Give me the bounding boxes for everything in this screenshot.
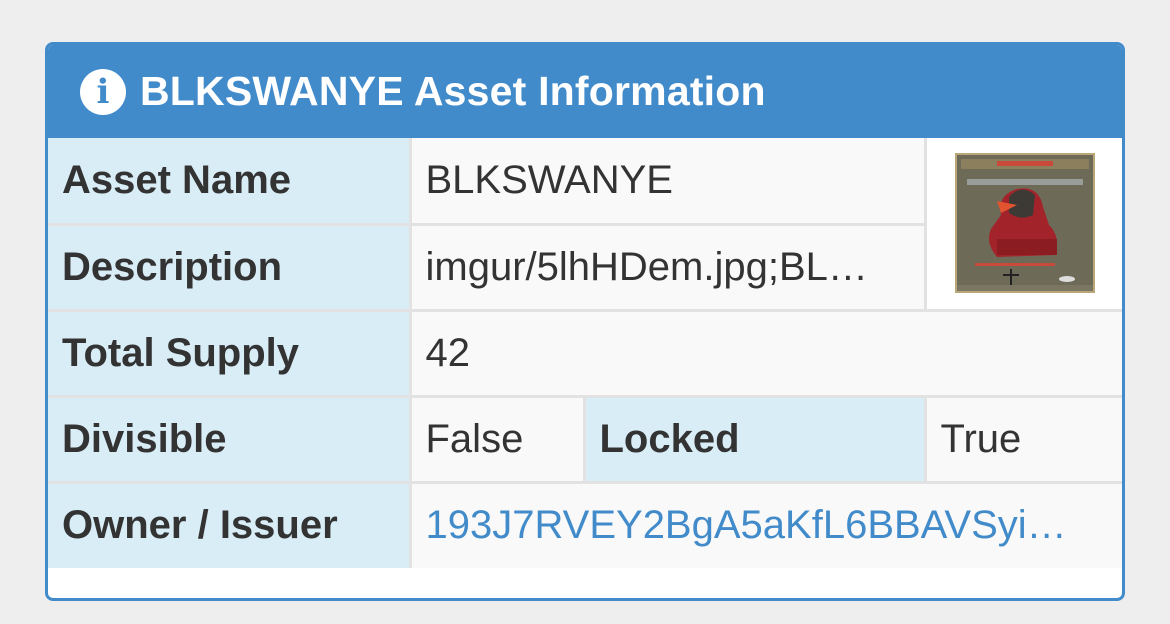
total-supply-label: Total Supply (48, 308, 412, 398)
panel-heading: i BLKSWANYE Asset Information (48, 45, 1122, 138)
locked-label: Locked (582, 394, 927, 484)
owner-issuer-link[interactable]: 193J7RVEY2BgA5aKfL6BBAVSyi… (408, 480, 1122, 568)
total-supply-value: 42 (408, 308, 1122, 398)
table-row: Divisible False Locked True (48, 394, 1122, 484)
table-row: Owner / Issuer 193J7RVEY2BgA5aKfL6BBAVSy… (48, 480, 1122, 568)
description-label: Description (48, 222, 412, 312)
owner-issuer-label: Owner / Issuer (48, 480, 412, 568)
asset-name-label: Asset Name (48, 138, 412, 226)
asset-info-panel: i BLKSWANYE Asset Information Asset Name… (45, 42, 1125, 601)
thumbnail-art (957, 155, 1094, 292)
thumbnail-cell (923, 138, 1122, 312)
divisible-label: Divisible (48, 394, 412, 484)
divisible-value: False (408, 394, 586, 484)
asset-name-value: BLKSWANYE (408, 138, 927, 226)
table-row: Total Supply 42 (48, 308, 1122, 398)
asset-info-table: Asset Name BLKSWANYE Description imgur/5… (48, 138, 1122, 568)
locked-value: True (923, 394, 1122, 484)
table-row: Asset Name BLKSWANYE (48, 138, 1122, 312)
description-value: imgur/5lhHDem.jpg;BL… (408, 222, 927, 312)
info-circle-icon: i (80, 68, 126, 115)
panel-title: BLKSWANYE Asset Information (140, 68, 766, 114)
asset-thumbnail[interactable] (955, 153, 1096, 294)
